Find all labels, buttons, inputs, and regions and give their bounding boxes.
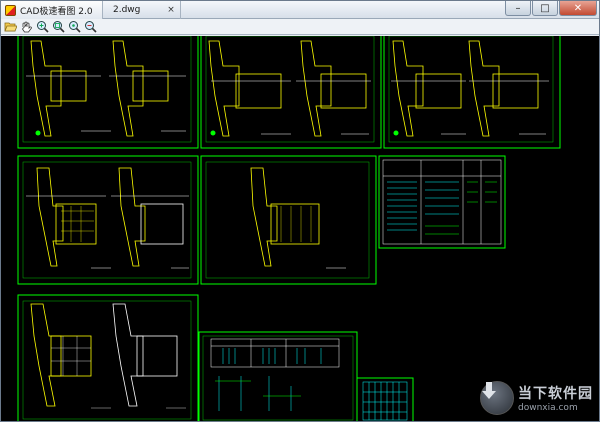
close-button[interactable]: ✕ bbox=[559, 1, 597, 16]
sheet-frame bbox=[383, 36, 561, 149]
window-controls: – □ ✕ bbox=[504, 1, 597, 18]
sheet-frame bbox=[356, 377, 414, 421]
zoom-in-icon[interactable] bbox=[35, 20, 50, 34]
zoom-out-icon[interactable] bbox=[83, 20, 98, 34]
toolbar bbox=[1, 19, 599, 35]
tab-bar: CAD极速看图 2.0 2.dwg × – □ ✕ bbox=[1, 1, 599, 19]
maximize-button[interactable]: □ bbox=[532, 1, 558, 16]
tab-app[interactable]: CAD极速看图 2.0 bbox=[1, 1, 103, 19]
tab-file[interactable]: 2.dwg × bbox=[103, 1, 181, 19]
minimize-button[interactable]: – bbox=[505, 1, 531, 16]
zoom-window-icon[interactable] bbox=[67, 20, 82, 34]
zoom-extents-icon[interactable] bbox=[51, 20, 66, 34]
open-file-icon[interactable] bbox=[3, 20, 18, 34]
watermark-url: downxia.com bbox=[518, 403, 578, 413]
drawing-canvas[interactable]: 当下软件园 downxia.com bbox=[1, 36, 599, 421]
sheet-frame bbox=[200, 155, 377, 285]
app-window: CAD极速看图 2.0 2.dwg × – □ ✕ 当下软件园 downxia.… bbox=[0, 0, 600, 422]
app-title: CAD极速看图 2.0 bbox=[20, 6, 93, 17]
watermark-title: 当下软件园 bbox=[518, 386, 593, 402]
sheet-frame bbox=[17, 155, 199, 285]
pan-icon[interactable] bbox=[19, 20, 34, 34]
watermark-text: 当下软件园 downxia.com bbox=[518, 383, 593, 413]
app-logo-icon bbox=[5, 4, 16, 16]
watermark: 当下软件园 downxia.com bbox=[480, 381, 593, 415]
sheet-frame bbox=[198, 331, 358, 421]
file-tab-label: 2.dwg bbox=[113, 5, 141, 15]
cad-drawing bbox=[17, 36, 561, 421]
close-tab-icon[interactable]: × bbox=[166, 5, 176, 15]
download-arrow-icon bbox=[480, 381, 514, 415]
